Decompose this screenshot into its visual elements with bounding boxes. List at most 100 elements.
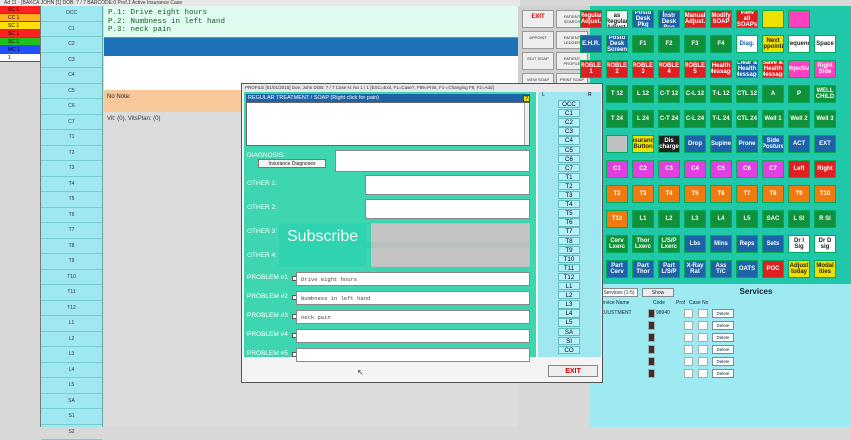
soap-button[interactable]: C3 (658, 160, 680, 178)
soap-button[interactable]: Postd Desk Pkg (632, 10, 654, 28)
vertebra-row[interactable]: T8 (41, 239, 102, 255)
vertebra-row[interactable]: L4 (41, 363, 102, 379)
vertebra-row[interactable]: C2 (41, 37, 102, 53)
problem-field[interactable]: Numbness in left hand (296, 291, 530, 305)
soap-button[interactable]: X-Ray Rat (684, 260, 706, 278)
spine-level[interactable]: T9 (558, 246, 580, 254)
soap-button[interactable]: L3 (684, 210, 706, 228)
vertebra-row[interactable]: T9 (41, 254, 102, 270)
prof-field[interactable] (684, 321, 693, 330)
subscribe-overlay[interactable]: Subscribe (279, 223, 530, 267)
vertebra-row[interactable]: T3 (41, 161, 102, 177)
dropdown-arrow-icon[interactable] (648, 309, 655, 318)
soap-button[interactable]: L/S/P Lxerc (658, 235, 680, 253)
help-button[interactable]: ? (523, 95, 530, 102)
vertebra-row[interactable]: L2 (41, 332, 102, 348)
soap-button[interactable]: POC (762, 260, 784, 278)
soap-button[interactable]: PROBLEM 3 (632, 60, 654, 78)
problem-field[interactable] (296, 348, 530, 362)
soap-button[interactable]: Well 2 (788, 110, 810, 128)
delete-service-button[interactable]: Delete (712, 321, 734, 330)
dropdown-arrow-icon[interactable] (648, 333, 655, 342)
soap-button[interactable]: Lbs (684, 235, 706, 253)
soap-button[interactable]: T-L 12 (710, 85, 732, 103)
spine-level[interactable]: C3 (558, 127, 580, 135)
soap-button[interactable]: C-T 12 (658, 85, 680, 103)
spine-level[interactable]: T12 (558, 273, 580, 281)
delete-service-button[interactable]: Delete (712, 357, 734, 366)
soap-button[interactable]: Modal ities (814, 260, 836, 278)
vertebra-row[interactable]: L5 (41, 378, 102, 394)
spine-level[interactable]: T7 (558, 227, 580, 235)
problem-field[interactable]: Drive eight hours (296, 272, 530, 286)
soap-button[interactable]: L 24 (632, 110, 654, 128)
spine-level[interactable]: T4 (558, 200, 580, 208)
spine-level[interactable]: T6 (558, 218, 580, 226)
soap-button[interactable]: Thor Lxerc (632, 235, 654, 253)
spine-level[interactable]: L3 (558, 300, 580, 308)
case-field[interactable] (698, 309, 708, 318)
soap-button[interactable]: F1 (632, 35, 654, 53)
soap-button[interactable]: Well 3 (814, 110, 836, 128)
soap-button[interactable]: T4 (658, 185, 680, 203)
vertebra-row[interactable]: T4 (41, 177, 102, 193)
soap-button[interactable]: Reps (736, 235, 758, 253)
prof-field[interactable] (684, 357, 693, 366)
case-field[interactable] (698, 333, 708, 342)
spine-level[interactable]: C4 (558, 136, 580, 144)
exit-button[interactable]: EXIT (522, 10, 554, 28)
soap-button[interactable]: Next Appointm (762, 35, 784, 53)
soap-button[interactable]: Health Message (710, 60, 732, 78)
vertebra-row[interactable]: S1 (41, 409, 102, 425)
soap-button[interactable]: PROBLEM 2 (606, 60, 628, 78)
spine-level[interactable]: C6 (558, 155, 580, 163)
soap-button[interactable]: Insurance Button (632, 135, 654, 153)
soap-button[interactable]: C-L 12 (684, 85, 706, 103)
vertebra-row[interactable]: T7 (41, 223, 102, 239)
soap-button[interactable]: CTL 24 (736, 110, 758, 128)
soap-button[interactable]: View all SOAPs (736, 10, 758, 28)
vertebra-row[interactable]: OCC (41, 6, 102, 22)
problem-field[interactable]: neck pain (296, 310, 530, 324)
case-field[interactable] (698, 369, 708, 378)
soap-button[interactable]: Side Posture (762, 135, 784, 153)
vertebra-row[interactable]: C6 (41, 99, 102, 115)
soap-button[interactable]: Frequency (788, 35, 810, 53)
soap-button[interactable] (788, 10, 810, 28)
soap-button[interactable]: Part Thor (632, 260, 654, 278)
soap-button[interactable]: C4 (684, 160, 706, 178)
soap-button[interactable]: T 24 (606, 110, 628, 128)
vertebra-row[interactable]: T1 (41, 130, 102, 146)
soap-button[interactable]: PROBLEM 1 (580, 60, 602, 78)
vertebra-row[interactable]: C7 (41, 115, 102, 131)
soap-button[interactable]: Manual Adjust. (684, 10, 706, 28)
prof-field[interactable] (684, 369, 693, 378)
soap-button[interactable]: F3 (684, 35, 706, 53)
soap-button[interactable]: Drop (684, 135, 706, 153)
prof-field[interactable] (684, 345, 693, 354)
case-field[interactable] (698, 357, 708, 366)
dropdown-arrow-icon[interactable] (648, 345, 655, 354)
spine-level[interactable]: L4 (558, 309, 580, 317)
soap-button[interactable]: T6 (710, 185, 732, 203)
insurance-diagnoses-button[interactable]: Insurance Diagnoses (258, 159, 326, 168)
other-field[interactable] (365, 175, 530, 195)
selected-row-bar[interactable] (104, 38, 518, 56)
vertebra-row[interactable]: T6 (41, 208, 102, 224)
soap-button[interactable]: Objective (788, 60, 810, 78)
soap-button[interactable]: F2 (658, 35, 680, 53)
soap-button[interactable]: Special Instr Desk Req (658, 10, 680, 28)
soap-button[interactable]: L5 (736, 210, 758, 228)
spine-level[interactable]: CO (558, 346, 580, 354)
vertebra-row[interactable]: T12 (41, 301, 102, 317)
soap-button[interactable]: Dr D sig (814, 235, 836, 253)
soap-button[interactable]: OATS (736, 260, 758, 278)
spine-level[interactable]: T3 (558, 191, 580, 199)
soap-button[interactable]: T10 (814, 185, 836, 203)
soap-button[interactable]: P (788, 85, 810, 103)
vertebra-row[interactable]: SA (41, 394, 102, 410)
vertebra-row[interactable]: C5 (41, 84, 102, 100)
vertebra-row[interactable]: T5 (41, 192, 102, 208)
dropdown-arrow-icon[interactable] (648, 321, 655, 330)
prof-field[interactable] (684, 333, 693, 342)
